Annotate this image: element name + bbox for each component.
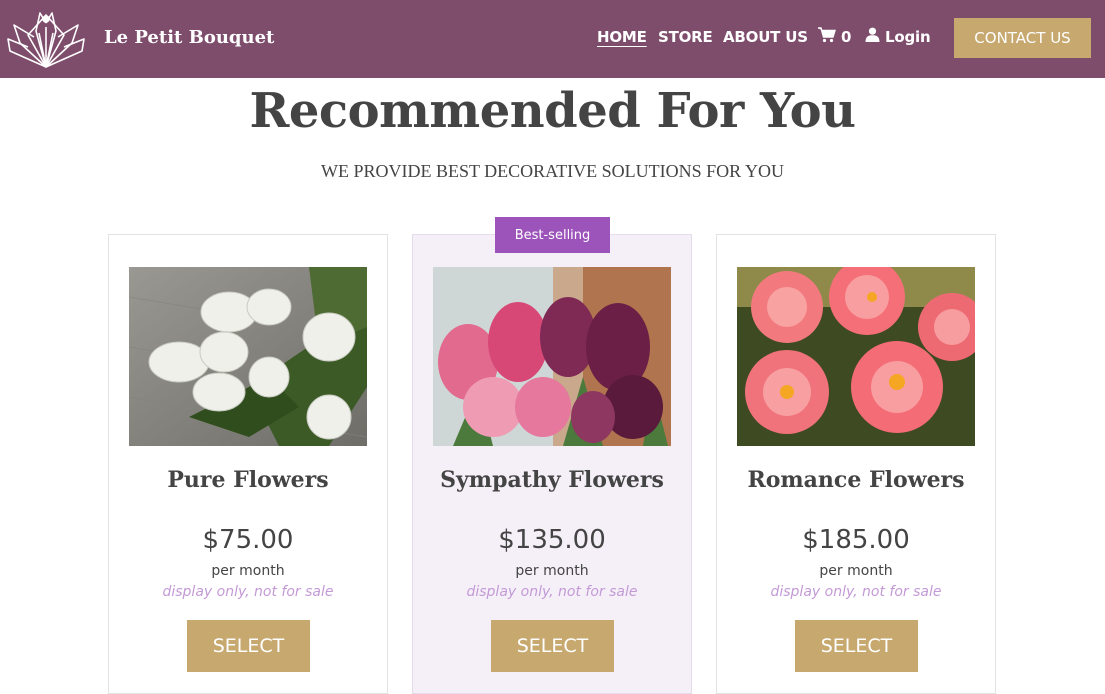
product-card-romance: Romance Flowers $185.00 per month displa… [716, 234, 996, 694]
best-selling-badge: Best-selling [495, 217, 610, 253]
select-button[interactable]: SELECT [795, 620, 918, 672]
card-title: Romance Flowers [747, 467, 965, 493]
page-title: Recommended For You [249, 83, 856, 139]
card-period: per month [211, 563, 285, 579]
shopping-cart-icon [818, 27, 836, 47]
card-note: display only, not for sale [466, 584, 638, 600]
nav-about-link[interactable]: ABOUT US [723, 28, 808, 46]
nav-home-link[interactable]: HOME [597, 28, 647, 46]
brand-name[interactable]: Le Petit Bouquet [104, 27, 274, 48]
card-price: $75.00 [202, 525, 294, 555]
pink-purple-tulips-photo [433, 267, 671, 446]
contact-us-button[interactable]: CONTACT US [954, 18, 1091, 58]
card-period: per month [819, 563, 893, 579]
cart-count: 0 [841, 28, 852, 46]
card-price: $135.00 [498, 525, 606, 555]
card-period: per month [515, 563, 589, 579]
login-label: Login [885, 27, 931, 46]
card-price: $185.00 [802, 525, 910, 555]
nav-store-link[interactable]: STORE [658, 28, 713, 46]
card-title: Sympathy Flowers [440, 467, 664, 493]
login-link[interactable]: Login [865, 27, 931, 46]
white-tulips-photo [129, 267, 367, 446]
card-note: display only, not for sale [770, 584, 942, 600]
user-icon [865, 27, 880, 46]
select-button[interactable]: SELECT [187, 620, 310, 672]
card-note: display only, not for sale [162, 584, 334, 600]
page-subtitle: WE PROVIDE BEST DECORATIVE SOLUTIONS FOR… [320, 161, 784, 181]
navbar: Le Petit Bouquet HOME STORE ABOUT US 0 L… [0, 0, 1105, 78]
product-card-sympathy: Sympathy Flowers $135.00 per month displ… [412, 234, 692, 694]
lotus-logo-icon[interactable] [6, 7, 86, 69]
coral-peonies-photo [737, 267, 975, 446]
select-button[interactable]: SELECT [491, 620, 614, 672]
cart-link[interactable]: 0 [818, 27, 851, 47]
card-title: Pure Flowers [167, 467, 329, 493]
product-card-pure: Pure Flowers $75.00 per month display on… [108, 234, 388, 694]
